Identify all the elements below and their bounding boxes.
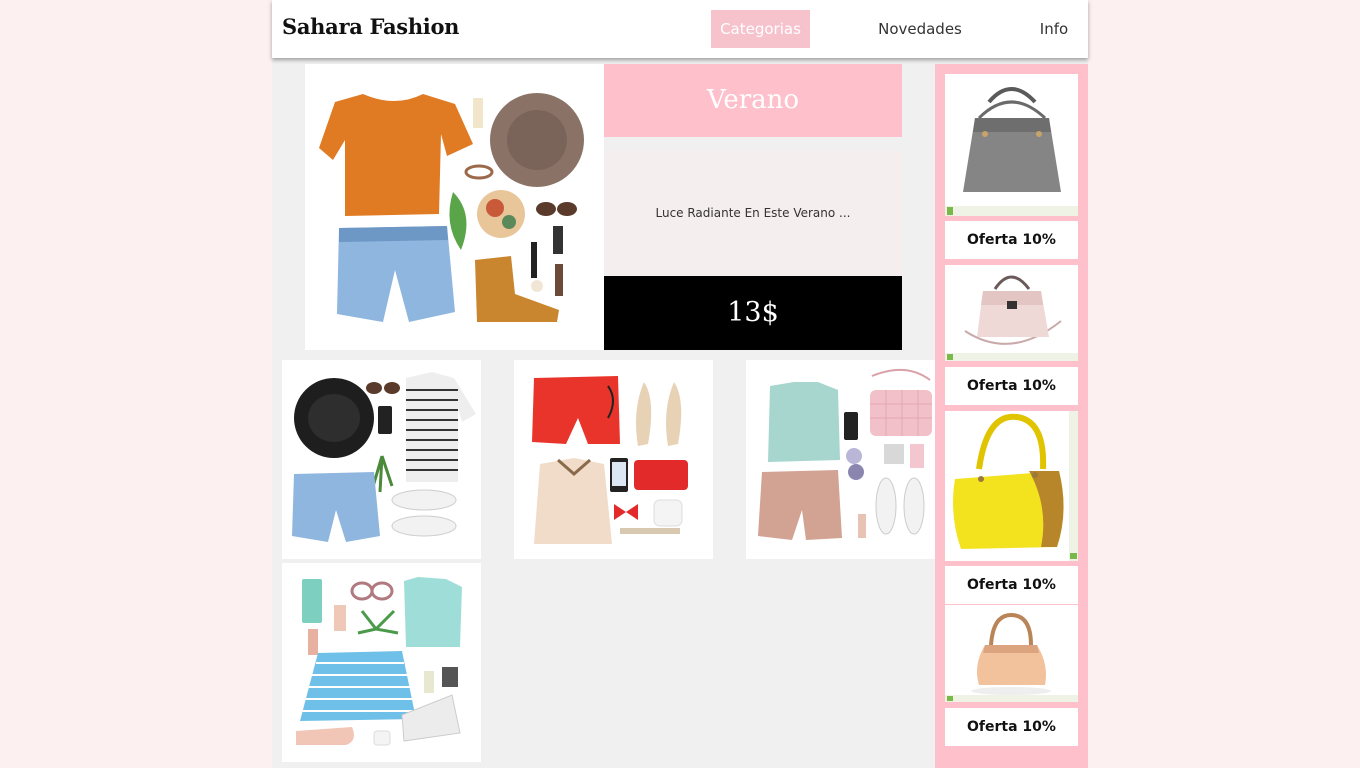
- offer-label-4[interactable]: Oferta 10%: [945, 708, 1078, 746]
- outfit-thumbnail-1[interactable]: [282, 360, 481, 559]
- featured-title: Verano: [604, 64, 902, 137]
- offer-label-3[interactable]: Oferta 10%: [945, 566, 1078, 604]
- featured-outfit-image[interactable]: [305, 64, 604, 350]
- nav-categorias[interactable]: Categorias: [711, 10, 810, 48]
- offers-sidebar: Oferta 10% Oferta 10% Oferta 10% Oferta …: [935, 64, 1088, 768]
- bag-image-gray[interactable]: [945, 74, 1078, 216]
- nav-info[interactable]: Info: [1034, 10, 1074, 48]
- nav-novedades[interactable]: Novedades: [867, 10, 973, 48]
- featured-price: 13$: [604, 276, 902, 350]
- bag-image-yellow[interactable]: [945, 411, 1078, 561]
- featured-description: Luce Radiante En Este Verano ...: [604, 151, 902, 275]
- top-navbar: Sahara Fashion Categorias Novedades Info: [272, 0, 1088, 58]
- outfit-thumbnail-3[interactable]: [746, 360, 945, 559]
- offer-label-2[interactable]: Oferta 10%: [945, 367, 1078, 405]
- outfit-thumbnail-4[interactable]: [282, 563, 481, 762]
- page-container: Sahara Fashion Categorias Novedades Info: [272, 0, 1088, 768]
- outfit-thumbnail-2[interactable]: [514, 360, 713, 559]
- brand-logo[interactable]: Sahara Fashion: [282, 14, 459, 39]
- featured-info-panel: Verano Luce Radiante En Este Verano ... …: [604, 64, 902, 350]
- bag-image-peach[interactable]: [945, 605, 1078, 702]
- bag-image-pink[interactable]: [945, 265, 1078, 361]
- offer-label-1[interactable]: Oferta 10%: [945, 221, 1078, 259]
